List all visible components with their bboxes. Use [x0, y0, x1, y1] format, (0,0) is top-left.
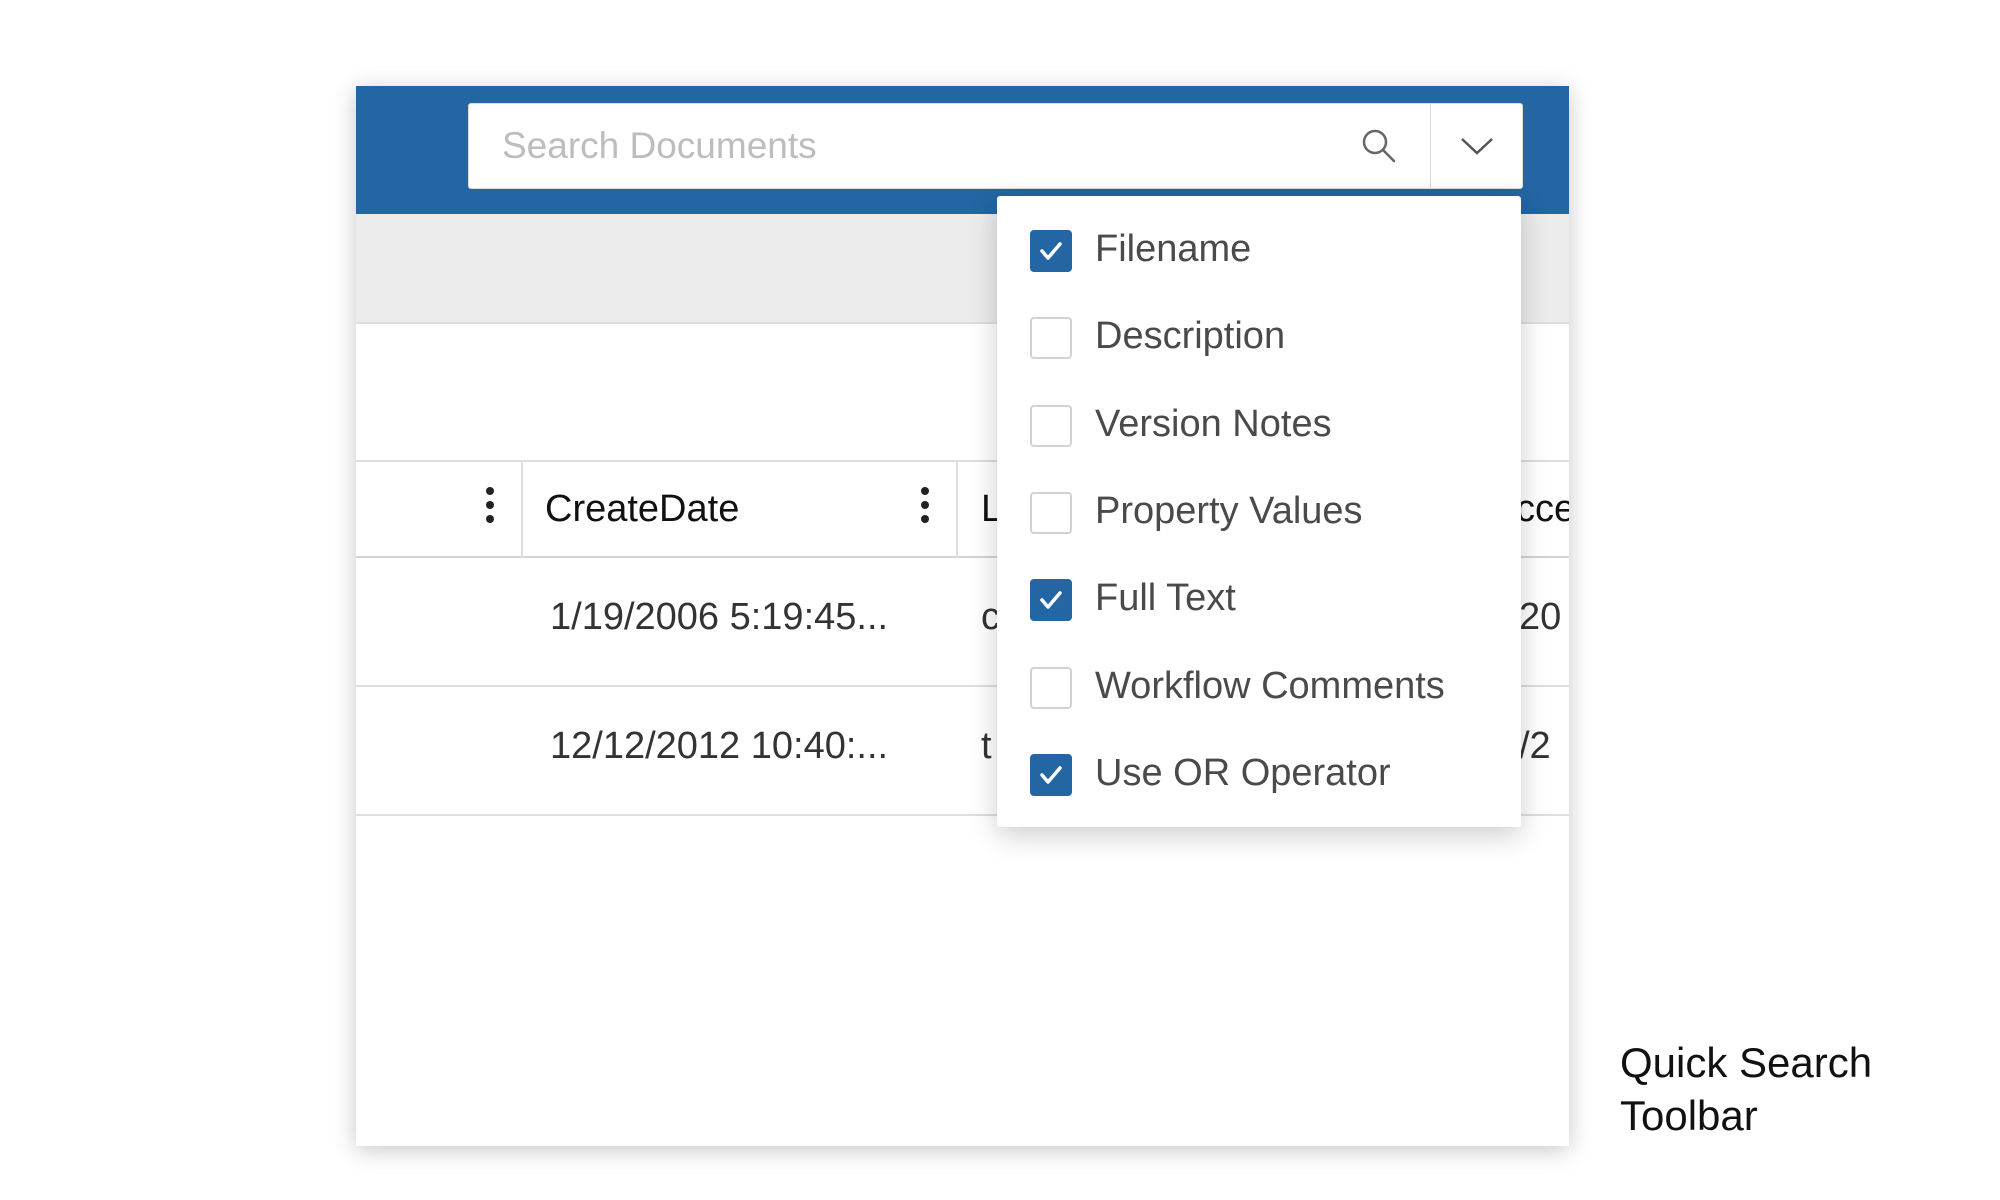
menu-item-workflow-comments[interactable]: Workflow Comments [997, 649, 1521, 729]
checkbox[interactable] [1030, 666, 1072, 709]
cell: 20 [1519, 596, 1562, 638]
column-menu-icon[interactable] [484, 484, 496, 534]
menu-item-use-or-operator[interactable]: Use OR Operator [997, 736, 1521, 816]
column-header-createdate[interactable]: CreateDate [545, 488, 739, 531]
column-divider[interactable] [956, 462, 958, 558]
menu-item-description[interactable]: Description [997, 299, 1521, 379]
caption-line: Quick Search [1620, 1039, 1873, 1086]
checkmark-icon [1040, 591, 1062, 609]
checkbox[interactable] [1030, 230, 1072, 272]
search-options-menu: Filename Description Version Notes Property… [997, 196, 1521, 827]
menu-item-label: Filename [1095, 228, 1252, 270]
chevron-down-icon [1461, 138, 1493, 155]
menu-item-label: Description [1095, 315, 1286, 358]
menu-item-label: Workflow Comments [1095, 664, 1445, 707]
quick-search-toolbar [468, 103, 1523, 189]
cell: t [981, 725, 992, 767]
search-options-dropdown-button[interactable] [1431, 104, 1523, 188]
menu-item-full-text[interactable]: Full Text [997, 561, 1521, 641]
menu-item-version-notes[interactable]: Version Notes [997, 387, 1521, 467]
caption-line: Toolbar [1620, 1092, 1758, 1139]
column-menu-icon[interactable] [919, 484, 931, 534]
menu-item-label: Full Text [1095, 577, 1236, 620]
header-bar [356, 86, 1569, 214]
menu-item-label: Property Values [1095, 489, 1363, 532]
checkbox[interactable] [1030, 404, 1072, 447]
checkbox[interactable] [1030, 491, 1072, 534]
checkmark-icon [1040, 242, 1062, 260]
checkmark-icon [1040, 766, 1062, 784]
search-input[interactable] [469, 104, 1429, 188]
cell: /2 [1519, 725, 1551, 767]
menu-item-label: Use OR Operator [1095, 751, 1391, 794]
create-date-cell: 1/19/2006 5:19:45... [550, 596, 889, 638]
create-date-cell: 12/12/2012 10:40:... [550, 725, 889, 767]
caption: Quick Search Toolbar [1620, 1036, 1872, 1142]
menu-item-label: Version Notes [1095, 402, 1332, 445]
menu-item-property-values[interactable]: Property Values [997, 474, 1521, 554]
checkbox[interactable] [1030, 579, 1072, 622]
column-divider[interactable] [521, 462, 523, 558]
column-header-partial[interactable]: cce [1516, 488, 1569, 531]
menu-item-filename[interactable]: Filename [997, 212, 1521, 292]
checkbox[interactable] [1030, 317, 1072, 360]
checkbox[interactable] [1030, 753, 1072, 796]
search-icon[interactable] [1359, 126, 1399, 166]
